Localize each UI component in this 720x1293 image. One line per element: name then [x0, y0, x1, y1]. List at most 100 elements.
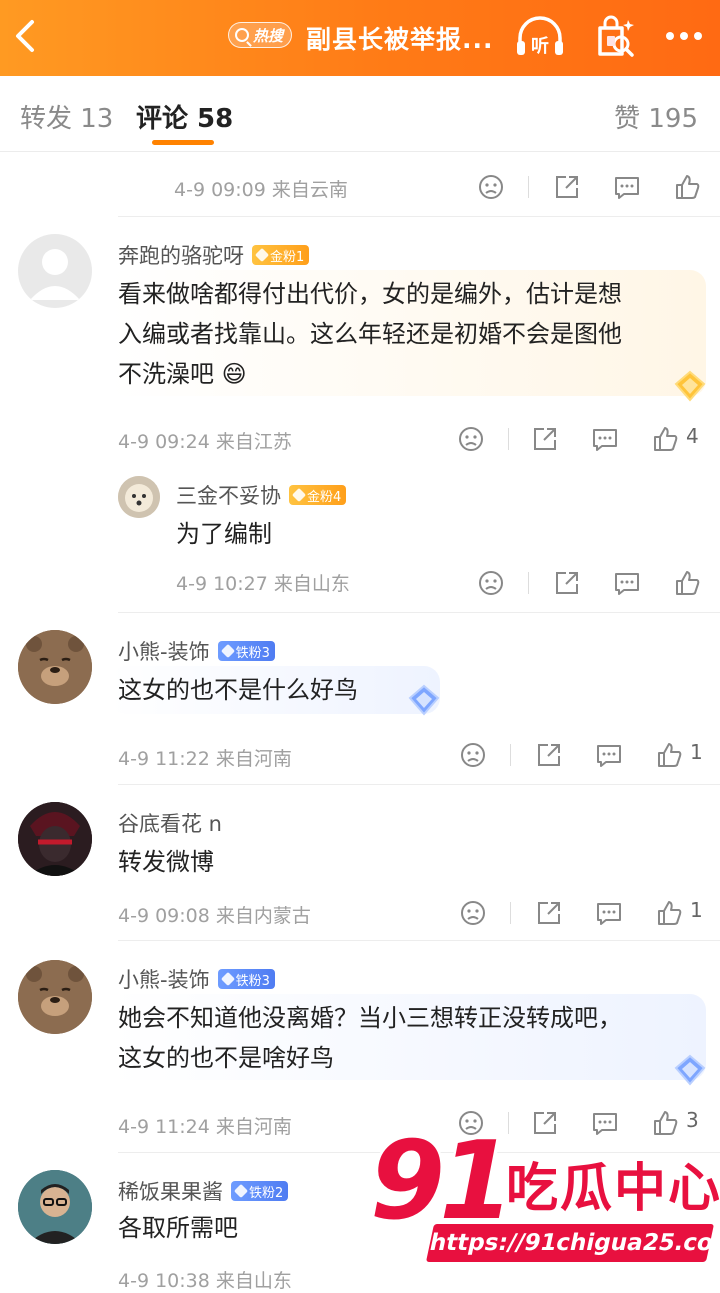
fan-badge: 金粉4	[289, 485, 347, 505]
red-packet-button[interactable]	[590, 14, 638, 62]
like-icon[interactable]	[654, 740, 684, 770]
divider	[118, 940, 720, 941]
tab-comments[interactable]: 评论 58	[136, 98, 233, 135]
avatar[interactable]	[18, 234, 92, 308]
text-line: 不洗澡吧	[118, 360, 214, 388]
comment-meta: 4-9 09:08 来自内蒙古	[118, 905, 311, 927]
gold-gem-icon	[674, 370, 706, 402]
action-separator	[508, 428, 509, 450]
like-icon[interactable]	[672, 172, 702, 202]
username-text: 稀饭果果酱	[118, 1180, 223, 1204]
username-text: 谷底看花 n	[118, 812, 222, 836]
headphones-icon: 听	[517, 16, 563, 57]
comment-text: 看来做啥都得付出代价，女的是编外，估计是想 入编或者找靠山。这么年轻还是初婚不会…	[118, 274, 622, 394]
fan-badge: 铁粉2	[231, 1181, 289, 1201]
badge-label: 金粉1	[270, 249, 305, 265]
comment-actions: 1	[458, 898, 708, 928]
share-icon[interactable]	[534, 898, 564, 928]
username-text: 小熊-装饰	[118, 640, 210, 664]
character-avatar-icon	[18, 802, 92, 876]
listen-button[interactable]: 听	[514, 14, 566, 62]
back-icon	[16, 20, 34, 52]
blue-gem-icon	[408, 684, 440, 716]
avatar[interactable]	[18, 1170, 92, 1244]
page-title[interactable]: 副县长被举报...	[306, 20, 494, 56]
username-text: 奔跑的骆驼呀	[118, 244, 244, 268]
badge-label: 金粉4	[307, 489, 342, 505]
like-count: 4	[686, 424, 699, 448]
share-icon[interactable]	[552, 568, 582, 598]
text-line: 她会不知道他没离婚？当小三想转正没转成吧，	[118, 1004, 622, 1032]
action-separator	[510, 902, 511, 924]
comment-actions	[476, 172, 706, 202]
fan-badge: 铁粉3	[217, 641, 275, 661]
avatar[interactable]	[118, 476, 160, 518]
more-button[interactable]	[660, 18, 708, 54]
comment-icon[interactable]	[612, 172, 642, 202]
comment-username[interactable]: 奔跑的骆驼呀 金粉1	[118, 240, 310, 270]
avatar[interactable]	[18, 960, 92, 1034]
action-separator	[510, 744, 511, 766]
comment-text: 为了编制	[176, 520, 272, 548]
comment-text: 转发微博	[118, 848, 214, 876]
action-separator	[528, 572, 529, 594]
share-icon[interactable]	[530, 424, 560, 454]
username-text: 小熊-装饰	[118, 968, 210, 992]
tab-bar: 转发 13 评论 58 赞 195	[0, 76, 720, 152]
comment-actions: 4	[456, 424, 706, 454]
badge-label: 铁粉3	[235, 973, 270, 989]
avatar[interactable]	[18, 630, 92, 704]
share-icon[interactable]	[534, 740, 564, 770]
badge-label: 铁粉3	[235, 645, 270, 661]
divider	[118, 216, 720, 217]
avatar[interactable]	[18, 802, 92, 876]
comment-meta: 4-9 09:24 来自江苏	[118, 431, 292, 453]
back-button[interactable]	[8, 14, 44, 58]
hot-search-tag[interactable]: 热搜	[228, 22, 293, 48]
blue-gem-icon	[674, 1054, 706, 1086]
dislike-icon[interactable]	[458, 740, 488, 770]
listen-label: 听	[531, 35, 549, 57]
comment-username[interactable]: 稀饭果果酱 铁粉2	[118, 1176, 289, 1206]
watermark: 91 吃瓜中心 https://91chigua25.com	[370, 1128, 720, 1280]
comment-meta: 4-9 11:22 来自河南	[118, 748, 292, 770]
active-tab-indicator	[152, 140, 214, 145]
default-avatar-icon	[30, 249, 80, 300]
dislike-icon[interactable]	[476, 172, 506, 202]
comment-username[interactable]: 小熊-装饰 铁粉3	[118, 964, 275, 994]
dislike-icon[interactable]	[456, 424, 486, 454]
comment-icon[interactable]	[612, 568, 642, 598]
fan-badge: 金粉1	[252, 245, 310, 265]
person-avatar-icon	[18, 1170, 92, 1244]
like-count: 1	[690, 740, 703, 764]
like-icon[interactable]	[654, 898, 684, 928]
tab-likes[interactable]: 赞 195	[614, 98, 698, 135]
like-count: 1	[690, 898, 703, 922]
divider	[118, 784, 720, 785]
comment-actions	[476, 568, 706, 598]
watermark-url: https://91chigua25.com	[425, 1224, 720, 1262]
tab-repost[interactable]: 转发 13	[20, 98, 113, 135]
share-icon[interactable]	[552, 172, 582, 202]
like-icon[interactable]	[672, 568, 702, 598]
laugh-emoji-icon: 😄	[221, 360, 247, 388]
comment-meta: 4-9 10:27 来自山东	[176, 573, 350, 595]
comment-username[interactable]: 三金不妥协 金粉4	[176, 480, 347, 510]
comment-icon[interactable]	[594, 898, 624, 928]
comment-icon[interactable]	[590, 424, 620, 454]
comment-username[interactable]: 谷底看花 n	[118, 808, 222, 838]
comment-text: 各取所需吧	[118, 1214, 238, 1242]
badge-label: 铁粉2	[249, 1185, 284, 1201]
search-icon	[235, 28, 249, 42]
dislike-icon[interactable]	[476, 568, 506, 598]
comment-icon[interactable]	[594, 740, 624, 770]
text-line: 入编或者找靠山。这么年轻还是初婚不会是图他	[118, 320, 622, 348]
comment-meta: 4-9 09:09 来自云南	[174, 179, 348, 201]
top-bar: 热搜 副县长被举报... 听	[0, 0, 720, 76]
fan-badge: 铁粉3	[217, 969, 275, 989]
action-separator	[528, 176, 529, 198]
dislike-icon[interactable]	[458, 898, 488, 928]
comment-text: 她会不知道他没离婚？当小三想转正没转成吧， 这女的也不是啥好鸟	[118, 998, 622, 1078]
comment-username[interactable]: 小熊-装饰 铁粉3	[118, 636, 275, 666]
like-icon[interactable]	[650, 424, 680, 454]
